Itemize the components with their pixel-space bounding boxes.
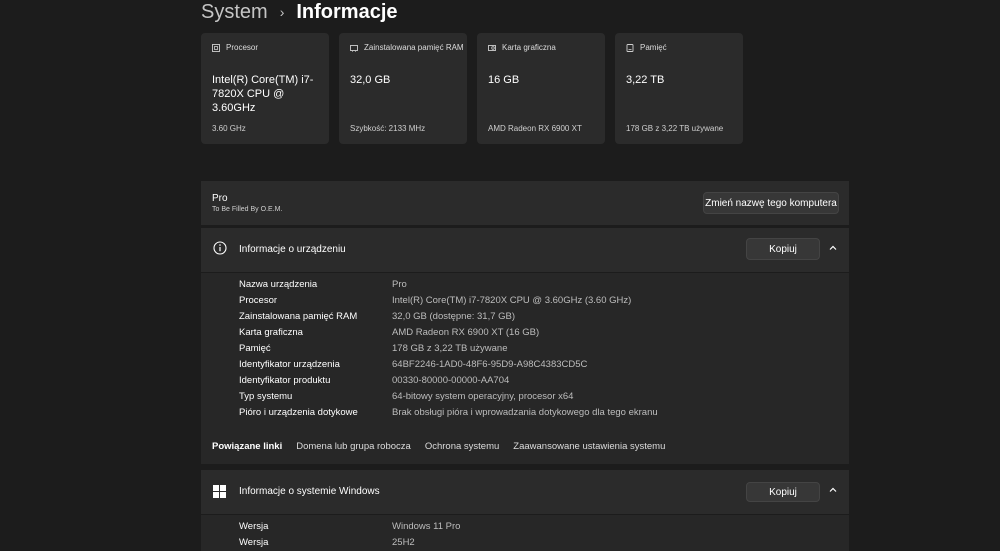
spec-label: Identyfikator urządzenia [239, 359, 340, 370]
spec-value: Windows 11 Pro [392, 521, 461, 532]
spec-label: Pióro i urządzenia dotykowe [239, 407, 358, 418]
windows-info-header[interactable]: Informacje o systemie Windows Kopiuj [201, 470, 849, 514]
spec-value: AMD Radeon RX 6900 XT (16 GB) [392, 327, 540, 338]
info-icon [213, 241, 227, 255]
link-advanced-settings[interactable]: Zaawansowane ustawienia systemu [513, 441, 665, 452]
breadcrumb-separator: › [279, 4, 285, 20]
gpu-icon [488, 45, 496, 51]
related-links: Powiązane linki Domena lub grupa robocza… [212, 441, 665, 452]
ram-icon [350, 45, 358, 52]
breadcrumb-root[interactable]: System [201, 1, 268, 23]
card-value: 3,22 TB [626, 74, 665, 86]
card-gpu: Karta graficzna 16 GB AMD Radeon RX 6900… [477, 33, 605, 144]
spec-label: Identyfikator produktu [239, 375, 331, 386]
storage-icon [626, 44, 634, 52]
spec-value: Intel(R) Core(TM) i7-7820X CPU @ 3.60GHz… [392, 295, 632, 306]
rename-pc-button[interactable]: Zmień nazwę tego komputera [703, 192, 839, 214]
spec-label: Procesor [239, 295, 278, 306]
copy-windows-info-button[interactable]: Kopiuj [746, 482, 820, 502]
device-info-title: Informacje o urządzeniu [239, 244, 346, 255]
breadcrumb: System › Informacje [201, 0, 398, 24]
related-links-label: Powiązane linki [212, 441, 283, 452]
spec-value: 64-bitowy system operacyjny, procesor x6… [392, 391, 574, 402]
card-label: Pamięć [640, 43, 667, 52]
chevron-up-icon[interactable] [828, 485, 838, 495]
spec-label: Karta graficzna [239, 327, 303, 338]
spec-value: 32,0 GB (dostępne: 31,7 GB) [392, 311, 516, 322]
spec-value: 00330-80000-00000-AA704 [392, 375, 510, 386]
spec-value: 25H2 [392, 537, 415, 548]
card-sub: 3.60 GHz [212, 124, 246, 133]
device-info-details: Nazwa urządzenia Pro Procesor Intel(R) C… [201, 273, 849, 428]
card-label: Procesor [226, 43, 259, 52]
spec-label: Pamięć [239, 343, 271, 354]
card-value: Intel(R) Core(TM) i7-7820X CPU @ 3.60GHz [212, 74, 314, 114]
card-value: 16 GB [488, 74, 520, 86]
pc-name: Pro [212, 193, 228, 204]
card-ram: Zainstalowana pamięć RAM 32,0 GB Szybkoś… [339, 33, 467, 144]
windows-logo-icon [213, 485, 226, 498]
spec-label: Wersja [239, 521, 269, 532]
windows-info-title: Informacje o systemie Windows [239, 486, 380, 497]
spec-label: Typ systemu [239, 391, 293, 402]
card-processor: Procesor Intel(R) Core(TM) i7-7820X CPU … [201, 33, 329, 144]
chevron-up-icon[interactable] [828, 243, 838, 253]
pc-manufacturer: To Be Filled By O.E.M. [212, 206, 283, 213]
spec-value: Brak obsługi pióra i wprowadzania dotyko… [392, 407, 658, 418]
card-label: Karta graficzna [502, 43, 556, 52]
windows-info-details: Wersja Windows 11 Pro Wersja 25H2 [201, 515, 849, 551]
processor-icon [212, 44, 220, 52]
card-sub: Szybkość: 2133 MHz [350, 124, 426, 133]
spec-label: Nazwa urządzenia [239, 279, 318, 290]
card-sub: 178 GB z 3,22 TB używane [626, 124, 724, 133]
spec-value: 64BF2246-1AD0-48F6-95D9-A98C4383CD5C [392, 359, 588, 370]
card-value: 32,0 GB [350, 74, 391, 86]
pc-name-panel: Pro To Be Filled By O.E.M. Zmień nazwę t… [201, 181, 849, 225]
page-title: Informacje [296, 1, 398, 23]
spec-label: Zainstalowana pamięć RAM [239, 311, 358, 322]
spec-value: Pro [392, 279, 407, 290]
spec-label: Wersja [239, 537, 269, 548]
spec-value: 178 GB z 3,22 TB używane [392, 343, 508, 354]
card-storage: Pamięć 3,22 TB 178 GB z 3,22 TB używane [615, 33, 743, 144]
card-label: Zainstalowana pamięć RAM [364, 43, 464, 52]
card-sub: AMD Radeon RX 6900 XT [488, 124, 582, 133]
device-info-header[interactable]: Informacje o urządzeniu Kopiuj [201, 228, 849, 272]
link-domain-workgroup[interactable]: Domena lub grupa robocza [296, 441, 411, 452]
link-system-protection[interactable]: Ochrona systemu [425, 441, 499, 452]
copy-device-info-button[interactable]: Kopiuj [746, 238, 820, 260]
